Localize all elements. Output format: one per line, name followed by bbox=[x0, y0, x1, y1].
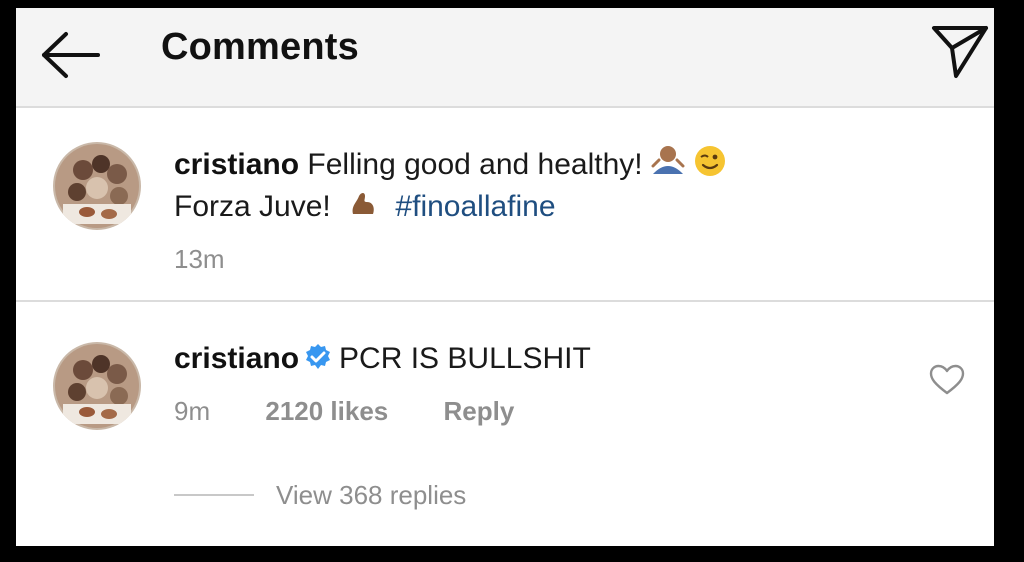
caption-line-2: Forza Juve! bbox=[174, 190, 331, 223]
replies-divider bbox=[174, 494, 254, 496]
wink-emoji-icon bbox=[695, 146, 726, 176]
reply-button[interactable]: Reply bbox=[443, 396, 514, 426]
hashtag-link[interactable]: #finoallafine bbox=[395, 190, 555, 223]
send-icon[interactable] bbox=[930, 22, 990, 80]
post-timestamp: 13m bbox=[174, 244, 225, 274]
shrug-emoji-icon bbox=[651, 146, 685, 174]
avatar[interactable] bbox=[53, 142, 141, 230]
caption-text: cristiano Felling good and healthy! Forz… bbox=[174, 144, 834, 228]
post-username[interactable]: cristiano bbox=[174, 148, 299, 181]
avatar[interactable] bbox=[53, 342, 141, 430]
flexed-biceps-icon bbox=[352, 193, 374, 214]
comment-meta: 9m 2120 likes Reply bbox=[174, 396, 562, 427]
app-screen: Comments cristiano Felling good and heal… bbox=[16, 8, 994, 546]
back-arrow-icon[interactable] bbox=[38, 30, 102, 80]
comment-timestamp: 9m bbox=[174, 396, 211, 426]
comment-username[interactable]: cristiano bbox=[174, 342, 299, 375]
view-replies-button[interactable]: View 368 replies bbox=[276, 480, 466, 511]
header-bar: Comments bbox=[16, 8, 994, 108]
heart-icon[interactable] bbox=[929, 364, 965, 396]
caption-line-1: Felling good and healthy! bbox=[307, 148, 643, 181]
verified-badge-icon bbox=[306, 344, 331, 369]
post-caption: cristiano Felling good and healthy! Forz… bbox=[16, 108, 994, 302]
page-title: Comments bbox=[161, 26, 359, 68]
likes-count[interactable]: 2120 likes bbox=[265, 396, 388, 426]
comment-text: PCR IS BULLSHIT bbox=[339, 342, 591, 375]
comment-body: cristiano PCR IS BULLSHIT bbox=[174, 338, 591, 380]
